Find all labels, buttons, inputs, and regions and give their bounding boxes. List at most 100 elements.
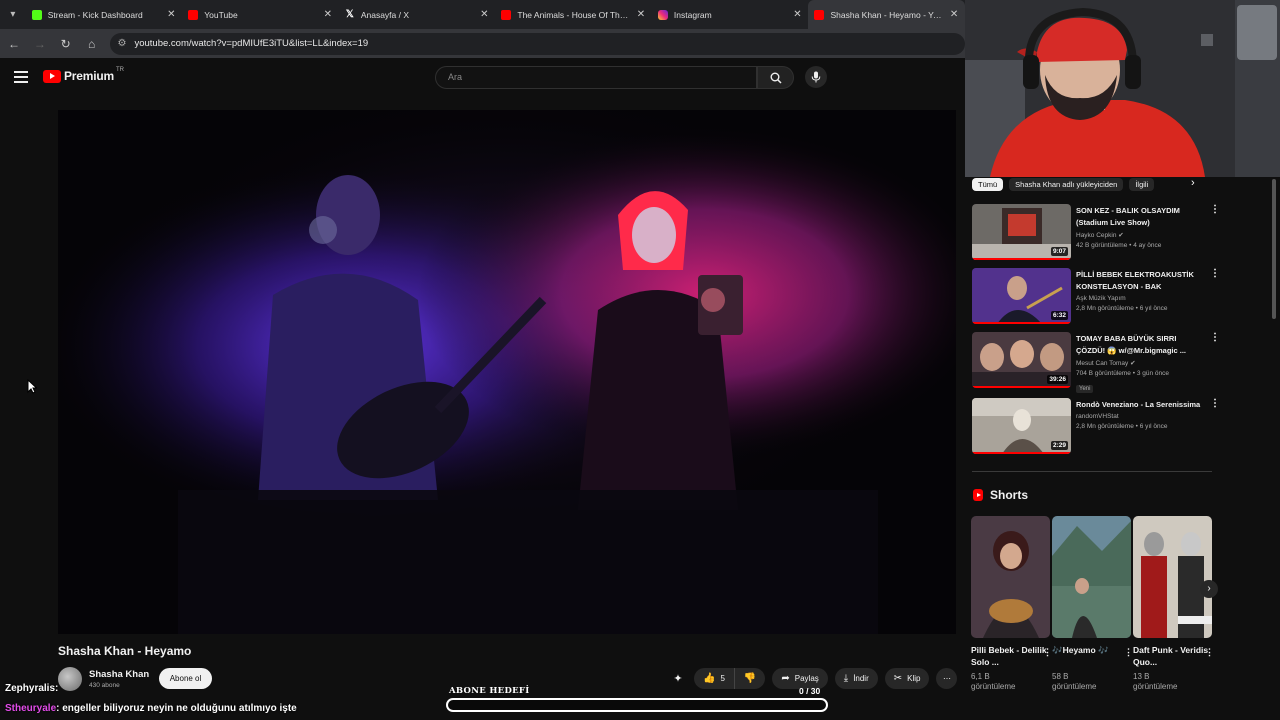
close-icon[interactable]: ✕ [323, 9, 333, 20]
tab-kick[interactable]: Stream - Kick Dashboard ✕ [26, 0, 183, 29]
subscribe-button[interactable]: Abone ol [159, 668, 212, 689]
tab-youtube[interactable]: YouTube ✕ [182, 0, 339, 29]
recommendation-channel[interactable]: Aşk Müzik Yapım [1076, 295, 1204, 302]
voice-search-button[interactable] [805, 66, 827, 88]
video-thumbnail[interactable]: 39:26 [972, 332, 1071, 388]
close-icon[interactable]: ✕ [949, 9, 959, 20]
close-icon[interactable]: ✕ [479, 9, 489, 20]
shorts-next-button[interactable]: › [1200, 580, 1218, 598]
chat-message: Stheuryale: engeller biliyoruz neyin ne … [5, 703, 297, 714]
thumbnail-image [1052, 516, 1131, 638]
more-vertical-icon[interactable]: ⋮ [1124, 647, 1133, 658]
video-thumbnail[interactable]: 6:32 [972, 268, 1071, 324]
video-duration: 39:26 [1047, 375, 1068, 384]
dislike-button[interactable]: 👎 [735, 668, 765, 689]
search-input[interactable]: Ara [435, 66, 757, 89]
home-icon[interactable]: ⌂ [80, 32, 104, 56]
close-icon[interactable]: ✕ [636, 9, 646, 20]
more-actions-button[interactable]: ⋯ [936, 668, 958, 689]
more-vertical-icon[interactable]: ⋮ [1210, 398, 1220, 409]
recommendation-channel[interactable]: Mesut Can Tomay ✔ [1076, 359, 1204, 367]
filter-chips: Tümü Shasha Khan adlı yükleyiciden İlgil… [972, 177, 1160, 191]
video-duration: 2:29 [1050, 441, 1068, 450]
recommendation-item[interactable]: 2:29 Rondò Veneziano - La Serenissima ra… [972, 398, 1220, 458]
channel-avatar[interactable] [58, 667, 82, 691]
recommendation-meta: 2,8 Mn görüntüleme • 6 yıl önce [1076, 305, 1168, 312]
tab-instagram[interactable]: Instagram ✕ [652, 0, 809, 29]
channel-name[interactable]: Shasha Khan [89, 669, 149, 680]
subscriber-goal-bar [446, 698, 828, 712]
views-label: görüntüleme [1052, 682, 1097, 691]
short-title[interactable]: 🎶Heyamo 🎶 [1052, 644, 1131, 668]
recommendation-title[interactable]: PİLLİ BEBEK ELEKTROAKUSTİK KONSTELASYON … [1076, 269, 1204, 293]
short-title[interactable]: Daft Punk - Veridis Quo... [1133, 644, 1212, 668]
more-vertical-icon[interactable]: ⋮ [1205, 647, 1214, 658]
kick-icon [31, 9, 42, 20]
address-bar: ← → ↻ ⌂ ⚙ youtube.com/watch?v=pdMIUfE3iT… [0, 29, 965, 58]
more-vertical-icon[interactable]: ⋮ [1043, 647, 1052, 658]
thumbs-up-icon: 👍 [703, 673, 716, 684]
short-item[interactable]: Daft Punk - Veridis Quo... 13 Bgörüntüle… [1133, 516, 1214, 692]
close-icon[interactable]: ✕ [792, 9, 802, 20]
verified-icon: ✔ [1118, 232, 1124, 239]
tab-title: Shasha Khan - Heyamo - YouTube [830, 9, 945, 20]
scrollbar[interactable] [1272, 179, 1276, 319]
shorts-icon [973, 489, 983, 501]
video-player[interactable] [58, 110, 956, 634]
chip-from-uploader[interactable]: Shasha Khan adlı yükleyiciden [1009, 177, 1124, 191]
site-settings-icon[interactable]: ⚙ [118, 38, 127, 49]
chip-all[interactable]: Tümü [972, 177, 1004, 191]
recommendation-channel[interactable]: randomVHStat [1076, 413, 1204, 420]
subscriber-goal-label: ABONE HEDEFİ [449, 686, 530, 696]
reload-icon[interactable]: ↻ [54, 32, 78, 56]
recommendation-title[interactable]: Rondò Veneziano - La Serenissima [1076, 399, 1204, 411]
download-label: İndir [853, 674, 869, 683]
clip-button[interactable]: ✂ Klip [884, 668, 930, 689]
youtube-icon [501, 9, 512, 20]
video-thumbnail[interactable]: 9:07 [972, 204, 1071, 260]
menu-icon[interactable] [14, 71, 28, 83]
clip-label: Klip [907, 674, 921, 683]
short-thumbnail[interactable] [1052, 516, 1131, 638]
more-vertical-icon[interactable]: ⋮ [1210, 268, 1220, 279]
chat-user: Zephyralis [5, 683, 56, 694]
search-button[interactable] [757, 66, 794, 89]
short-thumbnail[interactable] [971, 516, 1050, 638]
views-count: 13 B [1133, 672, 1150, 681]
youtube-header: Premium TR Ara [0, 58, 965, 98]
tab-x[interactable]: 𝕏 Anasayfa / X ✕ [339, 0, 496, 29]
related-sidebar: Tümü Shasha Khan adlı yükleyiciden İlgil… [965, 177, 1280, 720]
recommendation-item[interactable]: 6:32 PİLLİ BEBEK ELEKTROAKUSTİK KONSTELA… [972, 268, 1220, 328]
watch-progress-bar [972, 322, 1071, 324]
url-field[interactable]: ⚙ youtube.com/watch?v=pdMIUfE3iTU&list=L… [109, 32, 965, 55]
chevron-right-icon[interactable]: › [1191, 177, 1195, 189]
tab-the-animals[interactable]: The Animals - House Of The Rising Sun ✕ [495, 0, 652, 29]
recommendation-title[interactable]: SON KEZ - BALIK OLSAYDIM (Stadium Live S… [1076, 205, 1204, 229]
short-item[interactable]: Pilli Bebek - Delilik Solo ... 6,1 Bgörü… [971, 516, 1052, 692]
chat-message: Zephyralis: [5, 683, 58, 694]
recommendation-title[interactable]: TOMAY BABA BÜYÜK SIRRI ÇÖZDÜ! 😱 w/@Mr.bi… [1076, 333, 1204, 357]
tab-search-icon[interactable]: ▾ [0, 0, 26, 29]
chip-related[interactable]: İlgili [1129, 177, 1155, 191]
thumbs-down-icon: 👎 [743, 673, 757, 684]
more-vertical-icon[interactable]: ⋮ [1210, 332, 1220, 343]
forward-icon[interactable]: → [28, 32, 52, 56]
short-title[interactable]: Pilli Bebek - Delilik Solo ... [971, 644, 1050, 668]
close-icon[interactable]: ✕ [166, 9, 176, 20]
recommendation-item[interactable]: 9:07 SON KEZ - BALIK OLSAYDIM (Stadium L… [972, 204, 1220, 264]
tab-title: YouTube [204, 9, 238, 20]
download-button[interactable]: ⤓ İndir [834, 668, 878, 689]
recommendation-channel[interactable]: Hayko Cepkin ✔ [1076, 231, 1204, 239]
video-thumbnail[interactable]: 2:29 [972, 398, 1071, 454]
recommendation-item[interactable]: 39:26 TOMAY BABA BÜYÜK SIRRI ÇÖZDÜ! 😱 w/… [972, 332, 1220, 393]
views-count: 6,1 B [971, 672, 990, 681]
back-icon[interactable]: ← [2, 32, 26, 56]
sparkle-icon[interactable]: ✦ [670, 671, 686, 687]
youtube-logo[interactable]: Premium TR [43, 67, 124, 83]
more-vertical-icon[interactable]: ⋮ [1210, 204, 1220, 215]
short-thumbnail[interactable] [1133, 516, 1212, 638]
like-button[interactable]: 👍 5 [694, 668, 735, 689]
tab-shasha-khan[interactable]: Shasha Khan - Heyamo - YouTube ✕ [808, 0, 966, 29]
short-item[interactable]: 🎶Heyamo 🎶 58 Bgörüntüleme ⋮ [1052, 516, 1133, 692]
channel-info[interactable]: Shasha Khan 430 abone [58, 667, 149, 691]
